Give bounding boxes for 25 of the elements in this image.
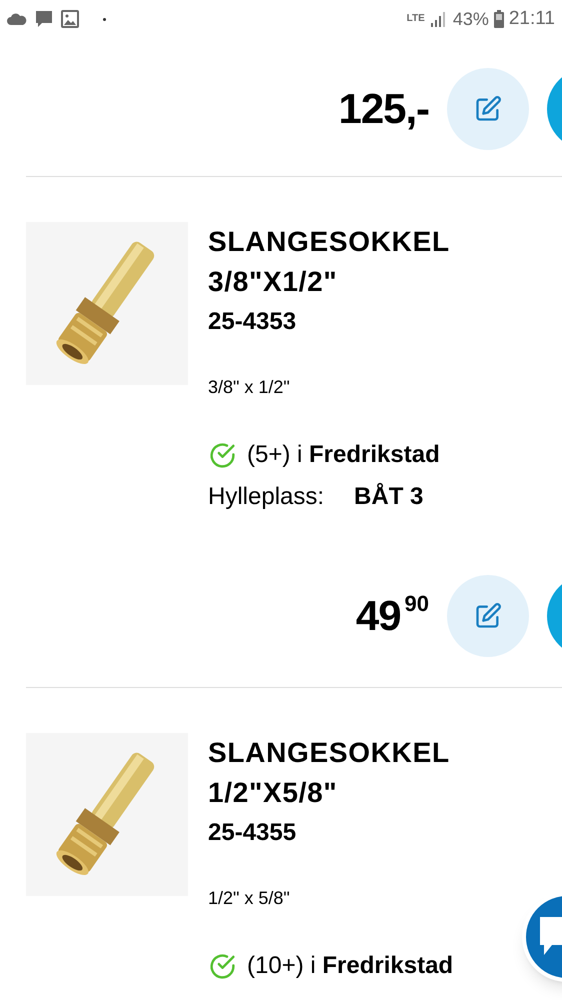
product-code: 25-4355 xyxy=(208,818,298,848)
dot-icon xyxy=(103,18,106,20)
edit-icon xyxy=(474,602,502,630)
image-icon xyxy=(61,10,79,28)
edit-icon xyxy=(474,95,502,123)
shelf-value: BÅT 3 xyxy=(354,482,424,512)
price: 49 xyxy=(356,595,401,637)
message-icon xyxy=(35,10,53,28)
product-spec: 3/8" x 1/2" xyxy=(208,376,291,399)
signal-icon xyxy=(430,11,448,27)
product-title: SLANGESOKKEL 3/8"X1/2" xyxy=(208,225,450,299)
chat-icon xyxy=(540,917,562,957)
stock-status: (5+) i Fredrikstad xyxy=(247,440,440,470)
price: 125,- xyxy=(338,88,429,130)
network-type: LTE xyxy=(406,14,425,24)
product-spec: 1/2" x 5/8" xyxy=(208,887,291,910)
shelf-label: Hylleplass: xyxy=(208,482,324,512)
clock: 21:11 xyxy=(508,6,555,31)
battery-percent: 43% xyxy=(452,8,489,30)
stock-status: (10+) i Fredrikstad xyxy=(247,951,454,981)
cloud-icon xyxy=(7,13,27,25)
battery-icon xyxy=(494,10,504,28)
product-code: 25-4353 xyxy=(208,307,298,337)
product-title: SLANGESOKKEL 1/2"X5/8" xyxy=(208,736,450,810)
price-decimals: 90 xyxy=(404,593,429,615)
